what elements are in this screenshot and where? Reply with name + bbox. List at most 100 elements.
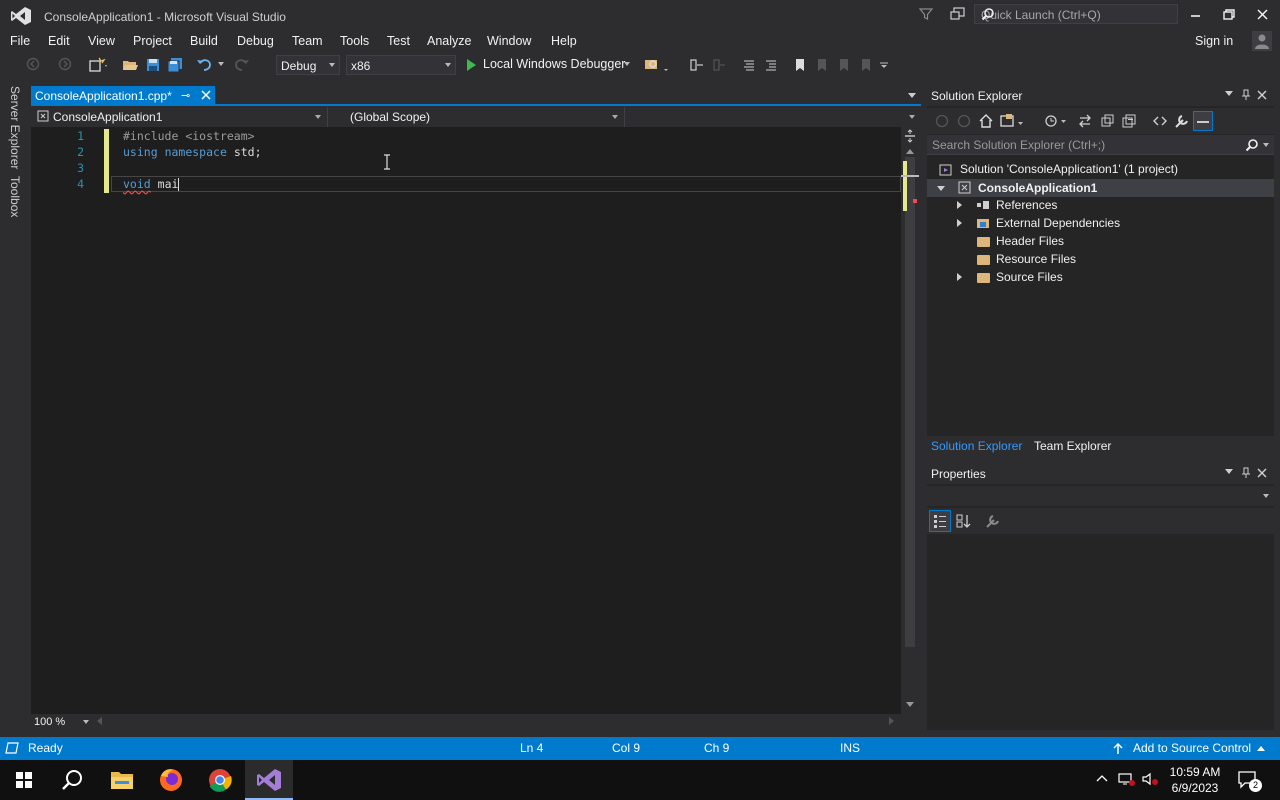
properties-object-select[interactable] [927,486,1274,506]
new-project-icon[interactable] [88,57,108,73]
navigate-back-icon[interactable] [26,57,40,71]
pin-tab-icon[interactable]: ⊸ [181,89,190,102]
scroll-right-icon[interactable] [889,717,894,725]
property-pages-wrench-icon[interactable] [985,513,1001,529]
tab-overflow-dropdown-icon[interactable] [908,93,916,98]
menu-analyze[interactable]: Analyze [427,34,471,48]
pending-changes-filter-icon[interactable] [1044,113,1068,129]
menu-project[interactable]: Project [133,34,172,48]
expand-external-dependencies-icon[interactable] [957,219,962,227]
properties-wrench-icon[interactable] [1174,113,1190,129]
scroll-left-icon[interactable] [97,717,102,725]
view-code-icon[interactable] [1152,113,1168,129]
categorized-view-button[interactable] [929,510,951,532]
document-tab[interactable]: ConsoleApplication1.cpp* ⊸ [31,86,215,106]
feedback-icon[interactable] [950,6,966,22]
restore-button[interactable] [1219,6,1239,24]
start-debugging-play-icon[interactable] [465,58,477,72]
sync-with-active-document-icon[interactable] [1077,113,1093,129]
search-options-dropdown-icon[interactable] [1263,143,1269,147]
redo-icon[interactable] [232,57,250,73]
solution-node[interactable]: Solution 'ConsoleApplication1' (1 projec… [960,162,1178,176]
debugger-dropdown-icon[interactable] [624,62,630,66]
tab-team-explorer[interactable]: Team Explorer [1034,439,1111,453]
sign-in-link[interactable]: Sign in [1195,34,1233,48]
tab-solution-explorer[interactable]: Solution Explorer [931,439,1022,453]
navigate-forward-icon[interactable] [58,57,72,71]
project-scope-select[interactable]: ConsoleApplication1 [31,107,328,127]
menu-edit[interactable]: Edit [48,34,70,48]
close-tab-icon[interactable] [199,87,213,103]
tree-item-header-files[interactable]: Header Files [996,234,1064,248]
undo-dropdown-icon[interactable] [218,62,224,66]
preview-selected-items-button[interactable] [1193,111,1213,131]
search-taskbar-button[interactable] [48,760,96,800]
solution-platform-select[interactable]: x86 [346,55,456,75]
home-icon[interactable] [978,113,994,129]
project-node-selected[interactable]: ConsoleApplication1 [927,179,1274,197]
menu-view[interactable]: View [88,34,115,48]
properties-pin-icon[interactable] [1241,467,1251,479]
global-scope-select[interactable]: (Global Scope) [328,107,625,127]
zoom-dropdown-icon[interactable] [83,720,89,724]
menu-debug[interactable]: Debug [237,34,274,48]
open-file-icon[interactable] [122,57,138,73]
tree-item-references[interactable]: References [996,198,1057,212]
properties-close-icon[interactable] [1257,467,1267,479]
menu-file[interactable]: File [10,34,30,48]
bookmark-icon[interactable] [793,57,807,73]
file-explorer-taskbar-icon[interactable] [98,760,146,800]
tree-item-source-files[interactable]: Source Files [996,270,1063,284]
collapse-project-icon[interactable] [937,186,945,191]
scroll-up-icon[interactable] [906,149,914,154]
split-window-icon[interactable] [904,129,916,143]
clear-bookmarks-icon[interactable] [859,57,873,73]
member-scope-select[interactable] [625,107,921,127]
previous-bookmark-icon[interactable] [815,57,829,73]
visual-studio-taskbar-icon[interactable] [245,760,293,800]
comment-lines-icon[interactable] [741,57,757,73]
system-clock[interactable]: 10:59 AM 6/9/2023 [1160,764,1230,796]
show-hidden-icons-icon[interactable] [1096,774,1108,782]
scroll-down-icon[interactable] [906,702,914,707]
expand-source-files-icon[interactable] [957,273,962,281]
code-editor[interactable]: 1 2 3 4 #include <iostream> using namesp… [31,127,901,714]
quick-launch-input[interactable]: Quick Launch (Ctrl+Q) [974,4,1178,24]
collapse-all-icon[interactable] [1121,113,1137,129]
menu-test[interactable]: Test [387,34,410,48]
server-explorer-tab[interactable]: Server Explorer [8,86,22,169]
menu-help[interactable]: Help [551,34,577,48]
solution-configuration-select[interactable]: Debug [276,55,340,75]
menu-tools[interactable]: Tools [340,34,369,48]
solution-search-input[interactable]: Search Solution Explorer (Ctrl+;) [927,135,1274,155]
undo-icon[interactable] [196,57,214,73]
network-icon[interactable] [1117,771,1135,787]
step-into-icon[interactable] [689,57,705,73]
source-control-menu-icon[interactable] [1257,746,1265,751]
switch-views-icon[interactable] [1000,113,1024,129]
editor-vertical-scrollbar[interactable] [901,127,919,714]
panel-options-icon[interactable] [1225,91,1233,96]
start-button[interactable] [0,760,48,800]
volume-muted-icon[interactable] [1141,771,1159,787]
alphabetical-view-icon[interactable] [955,513,971,529]
scroll-thumb[interactable] [905,157,915,647]
find-in-files-icon[interactable] [644,57,668,73]
uncomment-lines-icon[interactable] [763,57,779,73]
filter-icon[interactable] [918,6,934,22]
toolbox-tab[interactable]: Toolbox [8,176,22,217]
next-bookmark-icon[interactable] [837,57,851,73]
firefox-taskbar-icon[interactable] [147,760,195,800]
add-to-source-control-button[interactable]: Add to Source Control [1133,741,1251,755]
properties-options-icon[interactable] [1225,469,1233,474]
minimize-button[interactable] [1186,6,1206,24]
menu-team[interactable]: Team [292,34,323,48]
step-out-icon[interactable] [711,57,727,73]
chrome-taskbar-icon[interactable] [196,760,244,800]
back-icon[interactable] [935,114,949,128]
zoom-level[interactable]: 100 % [34,716,65,728]
menu-build[interactable]: Build [190,34,218,48]
start-debugger-button[interactable]: Local Windows Debugger [483,57,625,71]
save-all-icon[interactable] [167,57,183,73]
refresh-icon[interactable] [1099,113,1115,129]
